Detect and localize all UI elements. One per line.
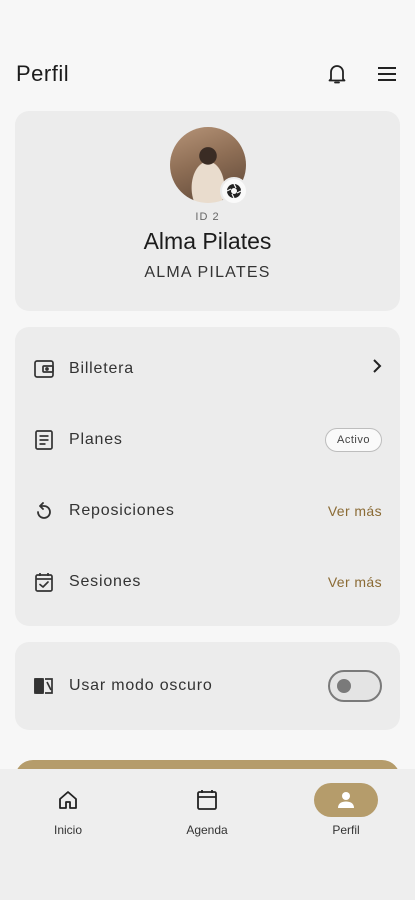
menu-card: Billetera Planes Activo Reposiciones Ver… bbox=[15, 327, 400, 626]
toggle-knob bbox=[337, 678, 351, 693]
ver-mas-link[interactable]: Ver más bbox=[328, 503, 382, 519]
profile-card: ID 2 Alma Pilates ALMA PILATES bbox=[15, 111, 400, 311]
menu-item-planes[interactable]: Planes Activo bbox=[15, 404, 400, 475]
app-header: Perfil bbox=[16, 52, 401, 96]
menu-item-billetera[interactable]: Billetera bbox=[15, 333, 400, 404]
profile-name: Alma Pilates bbox=[143, 228, 272, 254]
menu-item-label: Reposiciones bbox=[69, 501, 175, 519]
menu-item-label: Billetera bbox=[69, 359, 135, 377]
menu-item-reposiciones[interactable]: Reposiciones Ver más bbox=[15, 475, 400, 546]
profile-studio: ALMA PILATES bbox=[144, 264, 271, 281]
chevron-right-icon bbox=[372, 359, 382, 378]
refresh-icon bbox=[33, 500, 55, 522]
nav-item-perfil[interactable]: Perfil bbox=[291, 769, 401, 859]
nav-label: Perfil bbox=[332, 823, 360, 837]
dark-mode-label: Usar modo oscuro bbox=[69, 676, 213, 694]
menu-item-sesiones[interactable]: Sesiones Ver más bbox=[15, 546, 400, 617]
dark-mode-row: Usar modo oscuro bbox=[15, 650, 400, 721]
menu-item-label: Planes bbox=[69, 430, 123, 448]
menu-icon[interactable] bbox=[373, 60, 401, 88]
camera-icon[interactable] bbox=[219, 177, 248, 205]
profile-id: ID 2 bbox=[195, 211, 220, 223]
menu-item-label: Sesiones bbox=[69, 572, 142, 590]
dark-mode-card: Usar modo oscuro bbox=[15, 642, 400, 730]
dark-mode-toggle[interactable] bbox=[328, 669, 382, 702]
calendar-icon bbox=[175, 783, 239, 817]
nav-label: Agenda bbox=[186, 823, 228, 837]
document-icon bbox=[33, 429, 55, 451]
nav-item-agenda[interactable]: Agenda bbox=[152, 769, 262, 859]
calendar-check-icon bbox=[33, 571, 55, 593]
bottom-nav: Inicio Agenda Perfil bbox=[0, 769, 415, 900]
avatar-container bbox=[169, 127, 248, 205]
home-icon bbox=[36, 783, 100, 817]
status-badge: Activo bbox=[325, 427, 382, 452]
page-title: Perfil bbox=[16, 61, 70, 86]
nav-item-inicio[interactable]: Inicio bbox=[13, 769, 123, 859]
bell-icon[interactable] bbox=[323, 60, 351, 88]
nav-label: Inicio bbox=[53, 823, 82, 837]
wallet-icon bbox=[33, 358, 55, 380]
header-actions bbox=[323, 60, 401, 88]
dark-mode-icon bbox=[33, 675, 55, 697]
person-icon bbox=[314, 783, 378, 817]
ver-mas-link[interactable]: Ver más bbox=[328, 574, 382, 590]
